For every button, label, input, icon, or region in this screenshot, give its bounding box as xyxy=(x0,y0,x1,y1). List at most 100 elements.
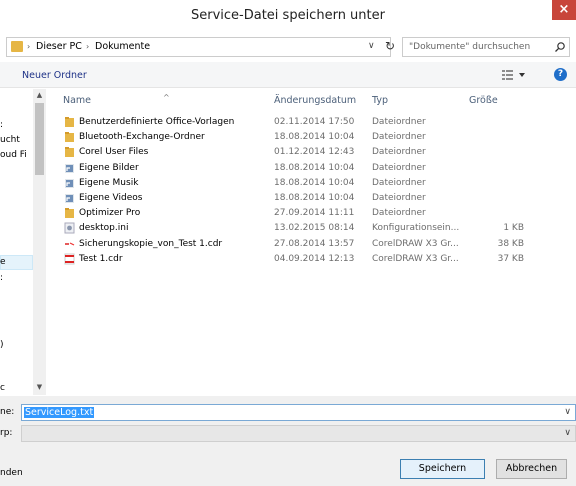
filetype-select[interactable]: ∨ xyxy=(21,425,576,442)
file-name: Bluetooth-Exchange-Ordner xyxy=(79,132,205,143)
file-row[interactable]: Eigene Musik 18.08.2014 10:04 Dateiordner xyxy=(48,176,528,191)
sort-ascending-icon: ^ xyxy=(163,93,170,102)
shortcut-folder-icon xyxy=(64,177,75,189)
file-type: Dateiordner xyxy=(372,193,426,203)
save-form: ne: ServiceLog.txt ∨ rp: ∨ nden Speicher… xyxy=(0,396,576,486)
file-type: Dateiordner xyxy=(372,208,426,219)
refresh-icon[interactable]: ↻ xyxy=(380,37,400,57)
search-input[interactable]: "Dokumente" durchsuchen xyxy=(402,37,570,57)
cancel-button[interactable]: Abbrechen xyxy=(496,459,567,479)
close-button[interactable]: × xyxy=(552,0,576,20)
file-row[interactable]: Optimizer Pro 27.09.2014 11:11 Dateiordner xyxy=(48,206,528,221)
chevron-down-icon[interactable]: ∨ xyxy=(368,41,375,51)
file-name: Eigene Musik xyxy=(79,177,139,188)
file-date: 04.09.2014 12:13 xyxy=(274,253,355,264)
file-type: Dateiordner xyxy=(372,132,426,143)
hide-folders-toggle[interactable]: nden xyxy=(0,468,23,478)
file-row[interactable]: Sicherungskopie_von_Test 1.cdr 27.08.2014… xyxy=(48,237,528,252)
folder-icon xyxy=(64,131,75,143)
file-type: Dateiordner xyxy=(372,177,426,188)
filename-label: ne: xyxy=(0,407,15,417)
file-row[interactable]: Test 1.cdr 04.09.2014 12:13 CorelDRAW X3 G… xyxy=(48,252,528,267)
file-row[interactable]: Eigene Bilder 18.08.2014 10:04 Dateiordner xyxy=(48,161,528,176)
file-type: CorelDRAW X3 Gr... xyxy=(372,238,459,249)
chevron-right-icon[interactable]: › xyxy=(27,42,30,51)
new-folder-button[interactable]: Neuer Ordner xyxy=(22,70,87,81)
chevron-right-icon[interactable]: › xyxy=(86,42,89,51)
scroll-down-icon[interactable]: ▼ xyxy=(33,383,46,391)
chevron-down-icon[interactable]: ∨ xyxy=(564,407,571,417)
file-name: Sicherungskopie_von_Test 1.cdr xyxy=(79,238,223,249)
scroll-up-icon[interactable]: ▲ xyxy=(33,91,46,99)
search-placeholder: "Dokumente" durchsuchen xyxy=(409,42,531,52)
file-date: 18.08.2014 10:04 xyxy=(274,193,355,203)
column-header-type[interactable]: Typ xyxy=(372,95,388,106)
file-row[interactable]: desktop.ini 13.02.2015 08:14 Konfiguration… xyxy=(48,221,528,236)
nav-item[interactable]: c xyxy=(0,383,5,393)
file-name: Optimizer Pro xyxy=(79,208,141,219)
folder-icon xyxy=(64,116,75,128)
nav-item[interactable]: : xyxy=(0,120,3,130)
file-date: 02.11.2014 17:50 xyxy=(274,117,355,127)
file-name: Eigene Bilder xyxy=(79,162,139,173)
file-date: 18.08.2014 10:04 xyxy=(274,177,355,188)
file-type: Dateiordner xyxy=(372,162,426,173)
nav-scrollbar[interactable]: ▲ ▼ xyxy=(33,89,46,395)
title-bar: Service-Datei speichern unter × xyxy=(0,0,576,30)
filename-value[interactable]: ServiceLog.txt xyxy=(24,407,95,418)
nav-item[interactable]: ) xyxy=(0,340,4,350)
file-type: Dateiordner xyxy=(372,117,426,127)
file-row[interactable]: Benutzerdefinierte Office-Vorlagen 02.11.… xyxy=(48,115,528,130)
column-header-date[interactable]: Änderungsdatum xyxy=(274,95,356,106)
nav-item[interactable]: e xyxy=(0,257,6,267)
cdr-backup-file-icon xyxy=(64,238,75,250)
search-icon[interactable] xyxy=(554,41,566,53)
filename-input[interactable]: ServiceLog.txt ∨ xyxy=(21,404,576,421)
scrollbar-thumb[interactable] xyxy=(35,103,44,175)
column-header-name-label: Name xyxy=(63,95,92,106)
nav-item[interactable]: ucht xyxy=(0,135,20,145)
file-row[interactable]: Bluetooth-Exchange-Ordner 18.08.2014 10:0… xyxy=(48,130,528,145)
shortcut-folder-icon xyxy=(64,162,75,174)
file-name: Corel User Files xyxy=(79,147,149,158)
view-options-icon[interactable] xyxy=(500,68,530,82)
file-name: Benutzerdefinierte Office-Vorlagen xyxy=(79,117,235,127)
file-list: Name ^ Änderungsdatum Typ Größe Benutzer… xyxy=(48,89,576,395)
folder-icon xyxy=(64,146,75,158)
file-row[interactable]: Corel User Files 01.12.2014 12:43 Dateiord… xyxy=(48,145,528,160)
help-icon[interactable]: ? xyxy=(554,68,567,81)
nav-item[interactable]: : xyxy=(0,273,3,283)
file-date: 18.08.2014 10:04 xyxy=(274,162,355,173)
breadcrumb-documents[interactable]: Dokumente xyxy=(95,41,150,52)
file-type: CorelDRAW X3 Gr... xyxy=(372,253,459,264)
folder-icon xyxy=(11,41,23,52)
file-name: Eigene Videos xyxy=(79,193,143,203)
settings-file-icon xyxy=(64,222,75,234)
file-name: Test 1.cdr xyxy=(79,253,123,264)
save-button[interactable]: Speichern xyxy=(400,459,485,479)
file-date: 01.12.2014 12:43 xyxy=(274,147,355,158)
breadcrumb-this-pc[interactable]: Dieser PC xyxy=(36,41,82,52)
file-name: desktop.ini xyxy=(79,223,129,234)
chevron-down-icon[interactable]: ∨ xyxy=(564,428,571,438)
file-size: 37 KB xyxy=(497,253,524,264)
toolbar: Neuer Ordner ? xyxy=(0,62,576,88)
file-date: 18.08.2014 10:04 xyxy=(274,132,355,143)
file-date: 27.09.2014 11:11 xyxy=(274,208,355,219)
file-type: Dateiordner xyxy=(372,147,426,158)
file-size: 38 KB xyxy=(497,238,524,249)
column-header-size[interactable]: Größe xyxy=(469,95,498,106)
file-type: Konfigurationsein... xyxy=(372,223,460,234)
window-title: Service-Datei speichern unter xyxy=(191,8,385,23)
folder-icon xyxy=(64,207,75,219)
shortcut-folder-icon xyxy=(64,192,75,204)
file-date: 27.08.2014 13:57 xyxy=(274,238,355,249)
nav-item[interactable]: oud Fi xyxy=(0,150,27,160)
file-row[interactable]: Eigene Videos 18.08.2014 10:04 Dateiordner xyxy=(48,191,528,206)
filetype-label: rp: xyxy=(0,428,13,438)
address-bar[interactable]: › Dieser PC › Dokumente ∨ xyxy=(6,37,391,57)
column-header-name[interactable]: Name ^ xyxy=(63,93,170,106)
file-date: 13.02.2015 08:14 xyxy=(274,223,355,234)
cdr-file-icon xyxy=(64,253,75,265)
file-size: 1 KB xyxy=(503,223,524,234)
